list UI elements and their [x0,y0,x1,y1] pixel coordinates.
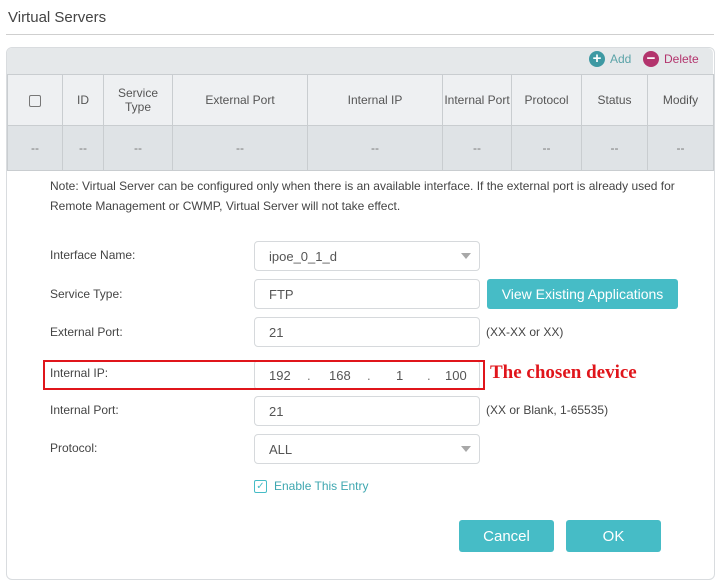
delete-label: Delete [664,52,699,66]
header-status: Status [581,74,648,126]
protocol-label: Protocol: [50,441,98,455]
header-internal-port: Internal Port [442,74,512,126]
table-cell: -- [62,125,104,171]
table-cell: -- [511,125,582,171]
table-cell: -- [307,125,443,171]
page-title: Virtual Servers [8,9,107,26]
enable-entry-label: Enable This Entry [274,479,369,493]
service-type-value: FTP [269,286,294,302]
highlight-box [43,360,485,390]
external-port-hint: (XX-XX or XX) [486,325,564,339]
delete-button[interactable]: − Delete [643,51,699,67]
table-cell: -- [172,125,308,171]
interface-name-select[interactable]: ipoe_0_1_d [254,241,480,271]
header-service-type: Service Type [103,74,173,126]
table-cell: -- [442,125,512,171]
virtual-servers-table: ID Service Type External Port Internal I… [7,74,714,171]
interface-name-value: ipoe_0_1_d [269,248,337,264]
protocol-select[interactable]: ALL [254,434,480,464]
internal-port-hint: (XX or Blank, 1-65535) [486,403,609,417]
title-divider [6,34,714,35]
external-port-value: 21 [269,324,284,340]
table-cell: -- [647,125,714,171]
internal-port-value: 21 [269,403,284,419]
header-id: ID [62,74,104,126]
header-external-port: External Port [172,74,308,126]
header-protocol: Protocol [511,74,582,126]
table-row: -- -- -- -- -- -- -- -- -- [7,125,714,171]
add-label: Add [610,52,632,66]
internal-port-field[interactable]: 21 [254,396,480,426]
interface-name-label: Interface Name: [50,248,136,262]
table-cell: -- [7,125,63,171]
cancel-button[interactable]: Cancel [459,520,554,552]
ok-button[interactable]: OK [566,520,661,552]
table-cell: -- [103,125,173,171]
service-type-field[interactable]: FTP [254,279,480,309]
external-port-label: External Port: [50,325,123,339]
checkmark-icon: ✓ [254,479,267,493]
table-cell: -- [581,125,648,171]
note-text: Note: Virtual Server can be configured o… [50,179,675,213]
annotation-label: The chosen device [490,362,637,383]
enable-entry-checkbox[interactable]: ✓ Enable This Entry [254,479,369,493]
table-header-row: ID Service Type External Port Internal I… [7,74,714,126]
service-type-label: Service Type: [50,287,123,301]
chevron-down-icon [461,446,471,452]
view-existing-applications-button[interactable]: View Existing Applications [487,279,678,309]
protocol-value: ALL [269,441,293,457]
header-internal-ip: Internal IP [307,74,443,126]
add-button[interactable]: + Add [589,51,631,67]
select-all-cell[interactable] [7,74,63,126]
chevron-down-icon [461,253,471,259]
plus-icon: + [589,51,605,67]
external-port-field[interactable]: 21 [254,317,480,347]
minus-icon: − [643,51,659,67]
header-modify: Modify [647,74,714,126]
select-all-checkbox[interactable] [29,94,41,107]
internal-port-label: Internal Port: [50,403,119,417]
